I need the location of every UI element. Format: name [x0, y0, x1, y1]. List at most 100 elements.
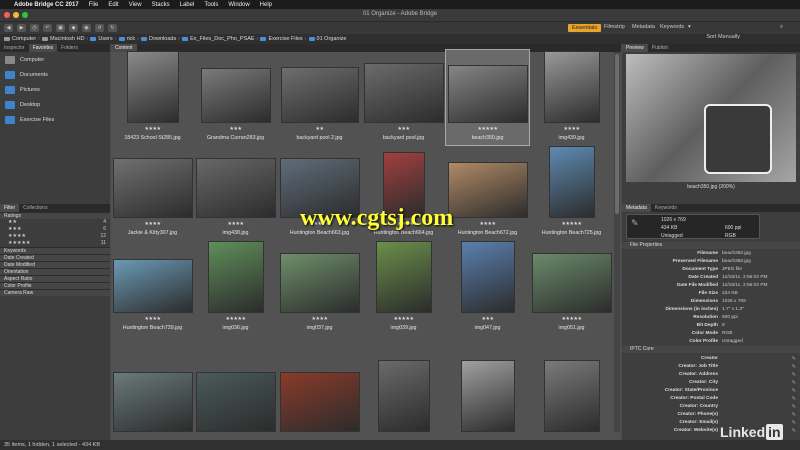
thumbnail-cell[interactable]: ★★★ Grandma Curran283.jpg	[194, 50, 277, 145]
edit-pencil-icon[interactable]: ✎	[792, 356, 796, 362]
content-scrollbar[interactable]	[614, 52, 620, 432]
scrollbar-thumb[interactable]	[615, 54, 619, 214]
menu-edit[interactable]: Edit	[108, 2, 118, 8]
favorite-desktop[interactable]: Desktop	[0, 97, 110, 112]
thumbnail-image[interactable]	[531, 253, 612, 313]
edit-pencil-icon[interactable]: ✎	[792, 412, 796, 418]
edit-pencil-icon[interactable]: ✎	[792, 428, 796, 434]
breadcrumb-users[interactable]: Users	[90, 36, 113, 42]
refine-icon[interactable]: ◆	[69, 24, 78, 32]
filter-orientation-header[interactable]: Orientation	[0, 268, 110, 275]
thumbnail-cell[interactable]: ★★ backyard pool 2.jpg	[278, 50, 361, 145]
thumbnail-image[interactable]	[543, 360, 600, 432]
edit-pencil-icon[interactable]: ✎	[792, 404, 796, 410]
rotate-right-icon[interactable]: ↻	[108, 24, 117, 32]
app-menu[interactable]: Adobe Bridge CC 2017	[14, 2, 79, 8]
return-to-photoshop-icon[interactable]: ↶	[43, 24, 52, 32]
thumbnail-image[interactable]	[126, 51, 179, 123]
thumbnail-image[interactable]	[375, 241, 432, 313]
iptc-row[interactable]: Creator: Postal Code	[622, 396, 792, 403]
back-icon[interactable]: ◀	[4, 24, 13, 32]
thumbnail-rating[interactable]: ★★★	[362, 126, 445, 132]
workspace-keywords[interactable]: Keywords	[660, 24, 684, 30]
iptc-row[interactable]: Creator	[622, 356, 792, 363]
preview-image[interactable]	[626, 54, 796, 182]
workspace-metadata[interactable]: Metadata	[632, 24, 655, 30]
thumbnail-cell[interactable]: ★★★★ 18423 School St285.jpg	[111, 50, 194, 145]
menu-file[interactable]: File	[89, 2, 99, 8]
thumbnail-rating[interactable]: ★★★★	[111, 316, 194, 322]
iptc-row[interactable]: Creator: Phone(s)	[622, 412, 792, 419]
tab-folders[interactable]: Folders	[57, 44, 82, 52]
thumbnail-cell[interactable]: ★★★★ img438.jpg	[194, 145, 277, 240]
iptc-core-header[interactable]: IPTC Core	[622, 346, 800, 353]
search-icon[interactable]: ⌕	[780, 24, 783, 31]
iptc-row[interactable]: Creator: State/Province	[622, 388, 792, 395]
thumbnail-image[interactable]	[447, 162, 528, 218]
thumbnail-image[interactable]	[112, 259, 193, 313]
thumbnail-cell[interactable]	[446, 335, 529, 432]
thumbnail-cell[interactable]: ★★★★★ Huntington Beach725.jpg	[530, 145, 613, 240]
thumbnail-cell[interactable]: ★★★★ Huntington Beach672.jpg	[446, 145, 529, 240]
favorite-exercise-files[interactable]: Exercise Files	[0, 112, 110, 127]
thumbnail-cell[interactable]: ★★★★ Jackie & Kitty307.jpg	[111, 145, 194, 240]
loupe-magnifier[interactable]	[704, 104, 772, 174]
menu-stacks[interactable]: Stacks	[152, 2, 170, 8]
edit-pencil-icon[interactable]: ✎	[792, 364, 796, 370]
filter-keywords-header[interactable]: Keywords	[0, 247, 110, 254]
thumbnail-cell[interactable]: ★★★★★ beach350.jpg	[445, 49, 530, 146]
tab-favorites[interactable]: Favorites	[28, 44, 58, 52]
iptc-row[interactable]: Creator: City	[622, 380, 792, 387]
filter-date-modified-header[interactable]: Date Modified	[0, 261, 110, 268]
tab-inspector[interactable]: Inspector	[0, 44, 29, 52]
thumbnail-rating[interactable]: ★★★★	[446, 221, 529, 227]
thumbnail-image[interactable]	[460, 360, 515, 432]
tab-filter[interactable]: Filter	[0, 204, 20, 212]
thumbnail-rating[interactable]: ★★★★	[111, 126, 194, 132]
workspace-menu-chevron-icon[interactable]: ▾	[688, 24, 691, 30]
thumbnail-rating[interactable]: ★★★	[446, 316, 529, 322]
edit-pencil-icon[interactable]: ✎	[792, 372, 796, 378]
thumbnail-image[interactable]	[195, 372, 276, 432]
thumbnail-cell[interactable]	[194, 335, 277, 432]
tab-preview[interactable]: Preview	[622, 44, 648, 52]
filter-color-profile-header[interactable]: Color Profile	[0, 282, 110, 289]
thumbnail-cell[interactable]: ★★★★★ img039.jpg	[362, 240, 445, 335]
thumbnail-rating[interactable]: ★★★★★	[530, 316, 613, 322]
thumbnail-rating[interactable]: ★★★★★	[194, 316, 277, 322]
thumbnail-rating[interactable]: ★★★★	[111, 221, 194, 227]
thumbnail-image[interactable]	[279, 253, 360, 313]
thumbnail-cell[interactable]	[530, 335, 613, 432]
edit-pencil-icon[interactable]: ✎	[792, 380, 796, 386]
filter-ratings-header[interactable]: Ratings	[0, 212, 110, 219]
iptc-row[interactable]: Creator: Country	[622, 404, 792, 411]
filter-date-created-header[interactable]: Date Created	[0, 254, 110, 261]
breadcrumb-computer[interactable]: Computer	[4, 36, 36, 42]
workspace-filmstrip[interactable]: Filmstrip	[604, 24, 625, 30]
thumbnail-cell[interactable]: ★★★ img047.jpg	[446, 240, 529, 335]
thumbnail-image[interactable]	[200, 68, 271, 123]
thumbnail-cell[interactable]	[111, 335, 194, 432]
thumbnail-cell[interactable]: ★★★★★ img051.jpg	[530, 240, 613, 335]
thumbnail-cell[interactable]: ★★★★★ img036.jpg	[194, 240, 277, 335]
menu-window[interactable]: Window	[228, 2, 249, 8]
menu-tools[interactable]: Tools	[204, 2, 218, 8]
tab-collections[interactable]: Collections	[19, 204, 51, 212]
favorite-documents[interactable]: Documents	[0, 67, 110, 82]
thumbnail-image[interactable]	[543, 51, 600, 123]
edit-pencil-icon[interactable]: ✎	[792, 420, 796, 426]
thumbnail-image[interactable]	[112, 158, 193, 218]
thumbnail-image[interactable]	[112, 372, 193, 432]
thumbnail-cell[interactable]	[362, 335, 445, 432]
thumbnail-rating[interactable]: ★★	[278, 126, 361, 132]
rotate-left-icon[interactable]: ↺	[95, 24, 104, 32]
filter-rating-5[interactable]: ★★★★★ 11	[0, 240, 110, 247]
iptc-row[interactable]: Creator: Job Title	[622, 364, 792, 371]
thumbnail-rating[interactable]: ★★★	[194, 126, 277, 132]
thumbnail-image[interactable]	[207, 241, 264, 313]
thumbnail-rating[interactable]: ★★★★★	[446, 126, 529, 132]
tab-metadata[interactable]: Metadata	[622, 204, 651, 212]
filter-aspect-ratio-header[interactable]: Aspect Ratio	[0, 275, 110, 282]
breadcrumb-01-organize[interactable]: 01 Organize	[308, 36, 346, 42]
get-photos-icon[interactable]: ▣	[56, 24, 65, 32]
